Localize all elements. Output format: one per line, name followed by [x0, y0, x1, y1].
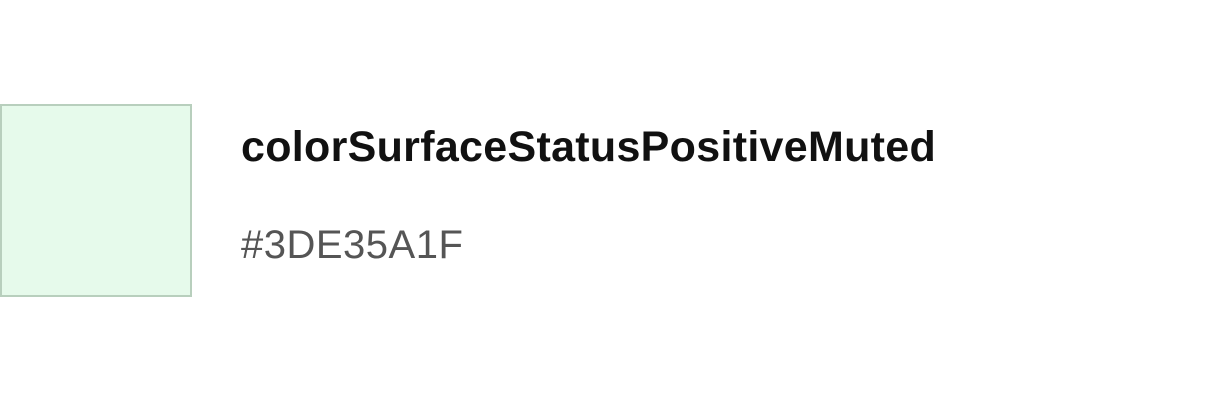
color-token-row: colorSurfaceStatusPositiveMuted #3DE35A1… — [0, 104, 1206, 297]
token-hex-value: #3DE35A1F — [241, 223, 464, 267]
token-name: colorSurfaceStatusPositiveMuted — [241, 123, 937, 171]
color-swatch — [0, 104, 192, 297]
